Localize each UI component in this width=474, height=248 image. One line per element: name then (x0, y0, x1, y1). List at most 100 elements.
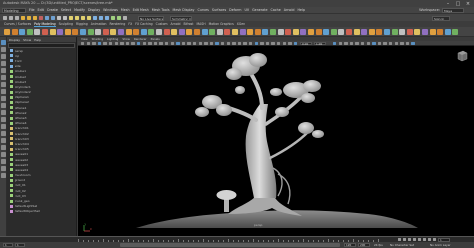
viewport-tool-icon[interactable] (148, 41, 152, 46)
toolbox-tool-icon[interactable] (1, 124, 6, 129)
step-forward-key-icon[interactable] (427, 237, 431, 242)
viewport-tool-icon[interactable] (349, 41, 354, 46)
status-line-tool-icon[interactable] (15, 15, 19, 20)
viewport-tool-icon[interactable] (282, 41, 286, 46)
go-to-start-icon[interactable] (397, 237, 401, 242)
shelf-tool-icon[interactable] (323, 29, 330, 35)
viewport-tool-icon[interactable] (383, 41, 387, 46)
viewport-tool-icon[interactable] (277, 41, 281, 46)
menu-item-windows[interactable]: Windows (103, 8, 118, 12)
shelf-tab-curves-surfaces[interactable]: Curves / Surfaces (4, 22, 31, 26)
toolbox-tool-icon[interactable] (1, 173, 6, 178)
shelf-tool-icon[interactable] (429, 29, 436, 35)
shelf-tab-rigging[interactable]: Rigging (76, 22, 88, 26)
shelf-tool-icon[interactable] (49, 29, 56, 35)
go-to-end-icon[interactable] (432, 237, 436, 242)
step-forward-frame-icon[interactable] (422, 237, 426, 242)
live-surface-field[interactable]: No Live Surface (138, 15, 164, 21)
viewport-tool-icon[interactable] (394, 41, 398, 46)
near-clip-field[interactable]: 0.00 (300, 41, 312, 46)
menu-item-arnold[interactable]: Arnold (284, 8, 295, 12)
shelf-tool-icon[interactable] (110, 29, 117, 35)
viewport-tool-icon[interactable] (170, 41, 174, 46)
shelf-tool-icon[interactable] (194, 29, 200, 35)
shelf-tool-icon[interactable] (42, 29, 48, 35)
status-line-tool-icon[interactable] (105, 15, 109, 20)
toolbox-tool-icon[interactable] (1, 152, 6, 157)
shelf-tool-icon[interactable] (57, 29, 64, 35)
viewport-tool-icon[interactable] (338, 41, 342, 46)
shelf-tool-icon[interactable] (232, 29, 238, 35)
shelf-tool-icon[interactable] (422, 29, 428, 35)
toolbox-tool-icon[interactable] (1, 117, 6, 122)
minimize-button[interactable]: – (443, 0, 453, 7)
maximize-button[interactable]: □ (453, 0, 463, 7)
viewport-tool-icon[interactable] (344, 41, 348, 46)
shelf-tool-icon[interactable] (353, 29, 360, 35)
viewport-tool-icon[interactable] (187, 41, 191, 46)
shelf-tab-xgen[interactable]: XGen (237, 22, 245, 26)
viewport-tool-icon[interactable] (221, 41, 225, 46)
menu-item-mesh-display[interactable]: Mesh Display (173, 8, 195, 12)
shelf-tab-rendering[interactable]: Rendering (110, 22, 126, 26)
viewport-tool-icon[interactable] (372, 41, 376, 46)
shelf-tool-icon[interactable] (156, 29, 162, 35)
viewport-tool-icon[interactable] (131, 41, 135, 46)
outliner-item[interactable]: defaultObjectSet (7, 209, 76, 214)
status-line-tool-icon[interactable] (3, 15, 7, 20)
viewport-tool-icon[interactable] (226, 41, 230, 46)
shelf-tool-icon[interactable] (224, 29, 231, 35)
menu-item-display[interactable]: Display (88, 8, 100, 12)
anim-layer-dropdown[interactable]: No Anim Layer (430, 243, 451, 247)
menu-item-modify[interactable]: Modify (74, 8, 85, 12)
status-line-tool-icon[interactable] (81, 15, 85, 20)
shelf-tool-icon[interactable] (201, 29, 208, 35)
shelf-tool-icon[interactable] (254, 29, 261, 35)
shelf-tool-icon[interactable] (270, 29, 276, 35)
viewport-tool-icon[interactable] (260, 41, 264, 46)
shelf-tool-icon[interactable] (437, 29, 444, 35)
shelf-tool-icon[interactable] (399, 29, 406, 35)
toolbox-tool-icon[interactable] (1, 96, 6, 101)
toolbox-tool-icon[interactable] (1, 68, 6, 73)
shelf-tool-icon[interactable] (406, 29, 413, 35)
viewport-tool-icon[interactable] (109, 41, 113, 46)
shelf-tool-icon[interactable] (384, 29, 390, 35)
toolbox-tool-icon[interactable] (1, 138, 6, 143)
status-line-tool-icon[interactable] (99, 15, 103, 20)
status-line-tool-icon[interactable] (45, 15, 49, 20)
shelf-tool-icon[interactable] (171, 29, 178, 35)
viewport-tool-icon[interactable] (215, 41, 219, 46)
viewport-tool-icon[interactable] (125, 41, 130, 46)
viewport-tool-icon[interactable] (198, 41, 202, 46)
shelf-tab-arnold[interactable]: Arnold (171, 22, 181, 26)
shelf-tool-icon[interactable] (285, 29, 292, 35)
shelf-tool-icon[interactable] (102, 29, 109, 35)
viewport-tool-icon[interactable] (237, 41, 242, 46)
shelf-tool-icon[interactable] (19, 29, 26, 35)
viewport-tool-icon[interactable] (355, 41, 359, 46)
viewport-tool-icon[interactable] (400, 41, 404, 46)
close-button[interactable]: × (463, 0, 473, 7)
toolbox-tool-icon[interactable] (1, 82, 6, 87)
menu-item-select[interactable]: Select (61, 8, 71, 12)
shelf-tab-motion-graphics[interactable]: Motion Graphics (209, 22, 234, 26)
shelf-tool-icon[interactable] (330, 29, 337, 35)
viewport-tool-icon[interactable] (114, 41, 118, 46)
toolbox-tool-icon[interactable] (1, 54, 6, 59)
status-line-tool-icon[interactable] (117, 15, 121, 20)
shelf-tool-icon[interactable] (34, 29, 41, 35)
viewport-tool-icon[interactable] (81, 41, 85, 46)
viewport-tool-icon[interactable] (209, 41, 214, 46)
outliner-menu-show[interactable]: Show (23, 38, 31, 42)
viewport-tool-icon[interactable] (120, 41, 124, 46)
toolbox-tool-icon[interactable] (1, 40, 6, 45)
shelf-tool-icon[interactable] (133, 29, 140, 35)
shelf-tab-animation[interactable]: Animation (91, 22, 107, 26)
viewport-panel[interactable]: View Shading Lighting Show Renderer Panels 0.… (78, 37, 474, 236)
shelf-tool-icon[interactable] (300, 29, 307, 35)
shelf-tab-bifrost[interactable]: Bifrost (184, 22, 194, 26)
viewport-tool-icon[interactable] (159, 41, 163, 46)
shelf-tool-icon[interactable] (163, 29, 170, 35)
outliner-search-input[interactable] (8, 42, 75, 48)
